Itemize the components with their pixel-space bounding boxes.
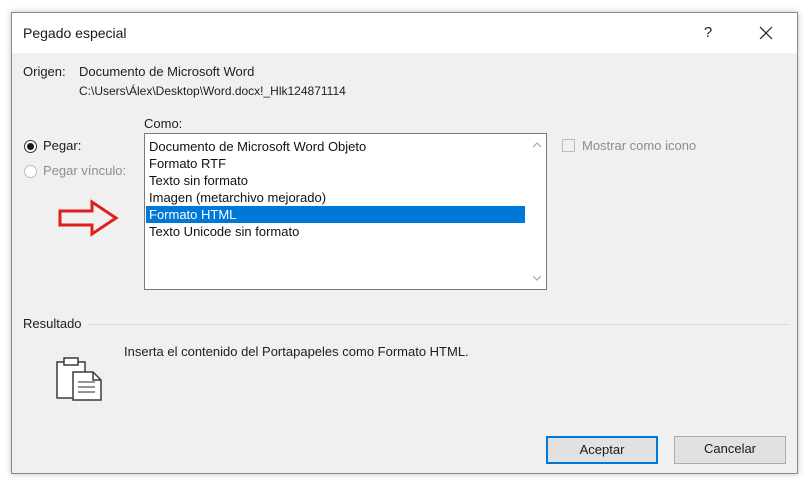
source-label: Origen: [23, 64, 66, 79]
paste-special-dialog: Pegado especial ? Origen: Documento de M… [11, 12, 798, 474]
as-label: Como: [144, 116, 183, 131]
source-path: C:\Users\Álex\Desktop\Word.docx!_Hlk1248… [79, 84, 346, 98]
title-bar: Pegado especial ? [12, 13, 797, 53]
list-item[interactable]: Texto Unicode sin formato [146, 223, 525, 240]
paste-label[interactable]: Pegar: [43, 138, 81, 153]
clipboard-icon [56, 357, 102, 401]
result-divider [88, 324, 788, 325]
format-list: Documento de Microsoft Word Objeto Forma… [146, 138, 525, 240]
list-item[interactable]: Imagen (metarchivo mejorado) [146, 189, 525, 206]
list-scrollbar[interactable] [528, 134, 546, 289]
list-item-selected[interactable]: Formato HTML [146, 206, 525, 223]
red-arrow-icon [58, 199, 119, 237]
close-icon [759, 26, 773, 40]
format-listbox[interactable]: Documento de Microsoft Word Objeto Forma… [144, 133, 547, 290]
paste-radio[interactable] [24, 140, 37, 153]
paste-link-radio[interactable] [24, 165, 37, 178]
accept-button[interactable]: Aceptar [546, 436, 658, 464]
list-item[interactable]: Documento de Microsoft Word Objeto [146, 138, 525, 155]
paste-link-label[interactable]: Pegar vínculo: [43, 163, 126, 178]
cancel-button[interactable]: Cancelar [674, 436, 786, 464]
result-description: Inserta el contenido del Portapapeles co… [124, 344, 469, 359]
help-button[interactable]: ? [692, 19, 724, 47]
result-label: Resultado [23, 316, 82, 331]
display-as-icon-checkbox[interactable] [562, 139, 575, 152]
dialog-title: Pegado especial [23, 25, 127, 41]
scroll-down-icon[interactable] [528, 270, 546, 287]
list-item[interactable]: Texto sin formato [146, 172, 525, 189]
list-item[interactable]: Formato RTF [146, 155, 525, 172]
source-document: Documento de Microsoft Word [79, 64, 255, 79]
scroll-up-icon[interactable] [528, 136, 546, 153]
close-button[interactable] [746, 17, 786, 49]
display-as-icon-label[interactable]: Mostrar como icono [582, 138, 696, 153]
